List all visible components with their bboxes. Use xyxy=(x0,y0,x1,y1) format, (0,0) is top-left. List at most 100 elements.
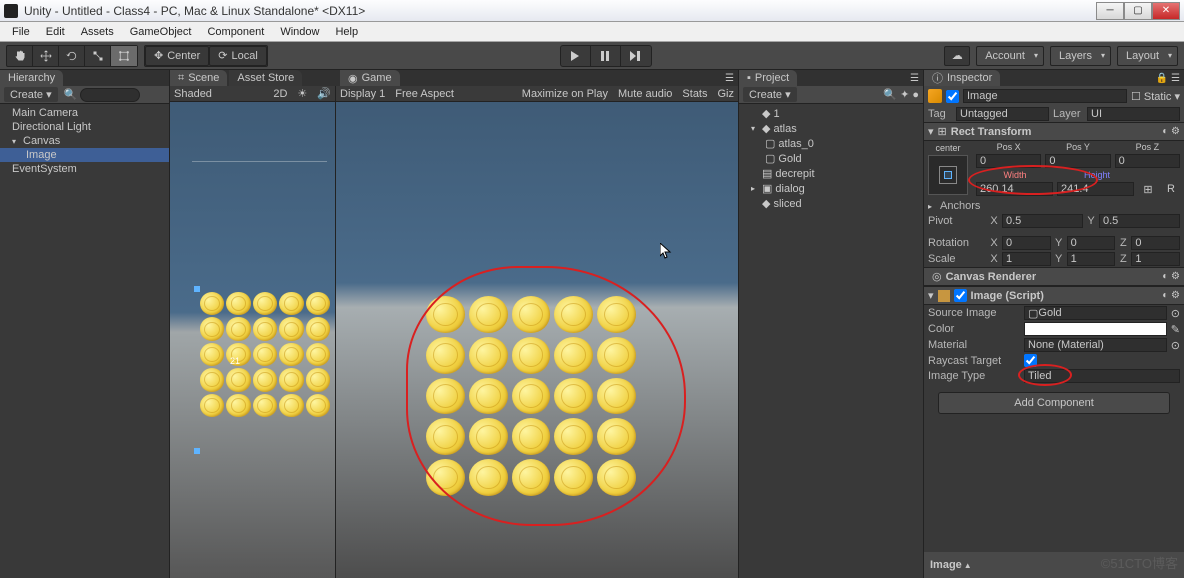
minimize-button[interactable]: ─ xyxy=(1096,2,1124,20)
selection-handle[interactable] xyxy=(194,448,200,454)
pivot-x[interactable]: 0.5 xyxy=(1002,214,1083,228)
close-button[interactable]: ✕ xyxy=(1152,2,1180,20)
tag-dropdown[interactable]: Untagged xyxy=(956,107,1049,121)
component-menu-icon[interactable]: ◐ ⚙ xyxy=(1162,126,1180,137)
aspect-dropdown[interactable]: Free Aspect xyxy=(395,88,454,100)
expand-icon[interactable]: ▸ xyxy=(928,202,936,211)
move-tool[interactable] xyxy=(33,46,59,66)
rot-z[interactable]: 0 xyxy=(1131,236,1180,250)
posy-field[interactable]: 0 xyxy=(1045,154,1110,168)
maximize-button[interactable]: ▢ xyxy=(1124,2,1152,20)
menu-help[interactable]: Help xyxy=(327,26,366,38)
game-tab[interactable]: ◉Game xyxy=(340,70,400,86)
scale-y[interactable]: 1 xyxy=(1067,252,1116,266)
filter-icon[interactable]: ● xyxy=(912,89,919,101)
cloud-button[interactable]: ☁ xyxy=(944,46,970,66)
pivot-center[interactable]: ✥Center xyxy=(145,46,209,66)
add-component-button[interactable]: Add Component xyxy=(938,392,1170,414)
scene-view[interactable]: Shaded 2D ☀ 🔊 21 xyxy=(170,86,336,578)
hierarchy-create[interactable]: Create ▾ xyxy=(4,87,58,102)
component-menu-icon[interactable]: ◐ ⚙ xyxy=(1162,271,1180,282)
rect-transform-header[interactable]: ▾⊞ Rect Transform ◐ ⚙ xyxy=(924,122,1184,141)
color-field[interactable] xyxy=(1024,322,1167,336)
object-name-field[interactable]: Image xyxy=(963,89,1127,103)
pivot-local[interactable]: ⟳Local xyxy=(209,46,267,66)
gameobject-icon[interactable] xyxy=(928,89,942,103)
posz-field[interactable]: 0 xyxy=(1115,154,1180,168)
mute-toggle[interactable]: Mute audio xyxy=(618,88,672,100)
menu-assets[interactable]: Assets xyxy=(73,26,122,38)
assetstore-tab[interactable]: Asset Store xyxy=(229,70,302,86)
display-dropdown[interactable]: Display 1 xyxy=(340,88,385,100)
light-toggle[interactable]: ☀ xyxy=(297,87,307,100)
hierarchy-item[interactable]: Main Camera xyxy=(0,106,169,120)
pause-button[interactable] xyxy=(591,46,621,66)
project-item[interactable]: ▤ decrepit xyxy=(739,166,923,181)
project-item[interactable]: ▢ Gold xyxy=(739,151,923,166)
hierarchy-item[interactable]: ▾Canvas xyxy=(0,134,169,148)
expand-icon[interactable]: ▸ xyxy=(751,184,759,193)
expand-icon[interactable]: ▾ xyxy=(751,124,759,133)
active-checkbox[interactable] xyxy=(946,90,959,103)
component-menu-icon[interactable]: ◐ ⚙ xyxy=(1162,290,1180,301)
object-picker-icon[interactable]: ⊙ xyxy=(1171,339,1180,352)
maximize-toggle[interactable]: Maximize on Play xyxy=(522,88,608,100)
layers-dropdown[interactable]: Layers xyxy=(1050,46,1111,66)
component-enabled[interactable] xyxy=(954,289,967,302)
collapse-icon[interactable]: ▾ xyxy=(928,125,934,138)
project-item[interactable]: ◆ sliced xyxy=(739,196,923,211)
scale-z[interactable]: 1 xyxy=(1131,252,1180,266)
scale-tool[interactable] xyxy=(85,46,111,66)
collapse-icon[interactable]: ▾ xyxy=(928,289,934,302)
project-tab[interactable]: ▪Project xyxy=(739,70,797,86)
menu-component[interactable]: Component xyxy=(199,26,272,38)
panel-menu-icon[interactable]: ☰ xyxy=(910,73,919,84)
project-item[interactable]: ◆ 1 xyxy=(739,106,923,121)
layer-dropdown[interactable]: UI xyxy=(1087,107,1180,121)
hierarchy-item[interactable]: Directional Light xyxy=(0,120,169,134)
height-field[interactable]: 241.4 xyxy=(1057,182,1134,196)
inspector-tab[interactable]: ⓘInspector xyxy=(924,70,1000,86)
hierarchy-item-selected[interactable]: Image xyxy=(0,148,169,162)
selection-handle[interactable] xyxy=(194,286,200,292)
menu-edit[interactable]: Edit xyxy=(38,26,73,38)
pivot-y[interactable]: 0.5 xyxy=(1099,214,1180,228)
panel-menu-icon[interactable]: ☰ xyxy=(725,73,734,84)
object-picker-icon[interactable]: ⊙ xyxy=(1171,307,1180,320)
hierarchy-item[interactable]: EventSystem xyxy=(0,162,169,176)
hierarchy-search[interactable] xyxy=(80,88,140,102)
step-button[interactable] xyxy=(621,46,651,66)
blueprint-toggle[interactable]: ⊞ xyxy=(1138,183,1158,196)
rect-tool[interactable] xyxy=(111,46,137,66)
material-field[interactable]: None (Material) xyxy=(1024,338,1167,352)
rot-x[interactable]: 0 xyxy=(1002,236,1051,250)
rot-y[interactable]: 0 xyxy=(1067,236,1116,250)
menu-gameobject[interactable]: GameObject xyxy=(122,26,200,38)
project-item[interactable]: ▾◆ atlas xyxy=(739,121,923,136)
project-item[interactable]: ▸▣ dialog xyxy=(739,181,923,196)
width-field[interactable]: 260.14 xyxy=(976,182,1053,196)
hand-tool[interactable] xyxy=(7,46,33,66)
expand-icon[interactable]: ▾ xyxy=(12,137,20,146)
scene-tab[interactable]: ⌗Scene xyxy=(170,70,227,86)
raycast-checkbox[interactable] xyxy=(1024,354,1037,367)
image-type-dropdown[interactable]: Tiled xyxy=(1024,369,1180,383)
menu-window[interactable]: Window xyxy=(272,26,327,38)
mode-2d[interactable]: 2D xyxy=(273,88,287,100)
viewport[interactable]: Shaded 2D ☀ 🔊 21 xyxy=(170,86,738,578)
shaded-dropdown[interactable]: Shaded xyxy=(174,88,212,100)
canvas-renderer-header[interactable]: ◎Canvas Renderer◐ ⚙ xyxy=(924,267,1184,286)
rotate-tool[interactable] xyxy=(59,46,85,66)
audio-toggle[interactable]: 🔊 xyxy=(317,87,331,100)
raw-toggle[interactable]: R xyxy=(1162,183,1180,195)
source-image-field[interactable]: ▢Gold xyxy=(1024,306,1167,320)
eyedropper-icon[interactable]: ✎ xyxy=(1171,323,1180,336)
project-item[interactable]: ▢ atlas_0 xyxy=(739,136,923,151)
layout-dropdown[interactable]: Layout xyxy=(1117,46,1178,66)
image-script-header[interactable]: ▾Image (Script)◐ ⚙ xyxy=(924,286,1184,305)
menu-file[interactable]: File xyxy=(4,26,38,38)
account-dropdown[interactable]: Account xyxy=(976,46,1044,66)
filter-icon[interactable]: ✦ xyxy=(900,88,909,101)
game-view[interactable]: Display 1 Free Aspect Maximize on Play M… xyxy=(336,86,738,578)
static-toggle[interactable]: ☐ Static ▾ xyxy=(1131,90,1180,103)
